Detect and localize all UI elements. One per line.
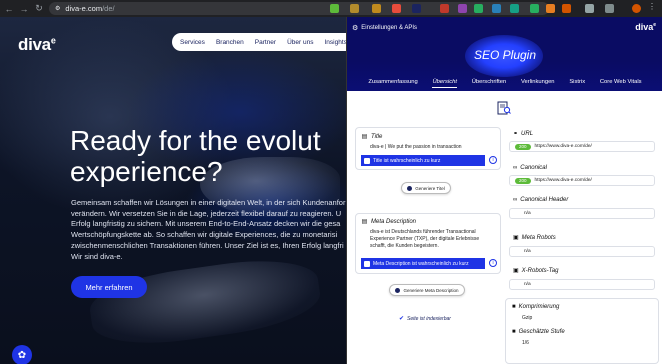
extension-icon[interactable] [530,4,539,13]
title-value: diva-e | We put the passion in transacti… [370,144,462,150]
x-robots-value: n/a [509,279,655,290]
extension-icon[interactable] [412,4,421,13]
indexable-status: ✔ Seite ist indexierbar [399,315,451,323]
plugin-title: SEO Plugin [473,48,537,62]
info-icon[interactable]: i [489,156,497,164]
plugin-brand-logo: divae [635,22,656,32]
meta-description-icon: ▤ [361,219,368,225]
extension-icon[interactable] [474,4,483,13]
extension-icon[interactable] [562,4,571,13]
tab-core-web-vitals[interactable]: Core Web Vitals [600,79,642,88]
url-path: /de/ [102,4,115,13]
forward-icon[interactable]: → [18,3,30,15]
url-host: diva-e.com [65,4,103,13]
extension-icon[interactable] [510,4,519,13]
nav-item-insights[interactable]: Insights [324,39,346,46]
nav-item-partner[interactable]: Partner [255,39,276,46]
speed-icon: ■ [512,329,516,335]
browser-toolbar: ← → ↻ ⚙ diva-e.com/de/ ⋮ [0,0,662,17]
gear-icon: ⚙ [352,25,359,32]
title-warning: Title ist wahrscheinlich zu kurz [361,155,485,166]
extension-icon[interactable] [440,4,449,13]
main-nav: Services Branchen Partner Über uns Insig… [172,33,355,51]
url-label: ⚭ URL [513,130,534,138]
nav-item-services[interactable]: Services [180,39,205,46]
compression-value: Gzip [522,315,533,321]
plugin-header: ⚙ Einstellungen & APIs divae SEO Plugin … [347,17,662,91]
globe-icon: ⚭ [513,131,519,137]
title-card: ▤ Title diva-e | We put the passion in t… [355,127,501,170]
site-logo[interactable]: divae [18,35,56,55]
extension-icon[interactable] [458,4,467,13]
fingerprint-icon[interactable]: ✿ [12,345,32,364]
document-search-icon [497,101,511,115]
link-icon: ∞ [513,165,518,171]
tab-verlinkungen[interactable]: Verlinkungen [521,79,555,88]
check-icon: ✔ [399,316,405,322]
tab-zusammenfassung[interactable]: Zusammenfassung [368,79,417,88]
tab-ueberschriften[interactable]: Überschriften [472,79,506,88]
ai-icon [395,287,401,293]
extension-icon[interactable] [605,4,614,13]
plugin-body: ▤ Title diva-e | We put the passion in t… [347,91,662,364]
extension-icon[interactable] [492,4,501,13]
site-info-icon[interactable]: ⚙ [55,5,60,12]
title-icon: ▤ [361,134,368,140]
x-robots-label: ▣ X-Robots-Tag [513,267,559,275]
extension-icon[interactable] [392,4,401,13]
performance-card: ■ Komprimierung Gzip ■ Geschätzte Stufe 1/… [505,298,659,364]
ai-icon [407,185,413,191]
seo-plugin-panel: ⚙ Einstellungen & APIs divae SEO Plugin … [346,17,662,364]
meta-robots-value: n/a [509,246,655,257]
extension-icon[interactable] [350,4,359,13]
meta-description-card: ▤ Meta Description diva-e ist Deutschlan… [355,213,501,274]
avatar[interactable] [632,4,641,13]
status-badge: 200 [515,143,531,150]
generate-title-button[interactable]: Generiere Titel [401,182,451,194]
extension-icon[interactable] [585,4,594,13]
status-badge: 200 [515,177,531,184]
cta-button[interactable]: Mehr erfahren [71,276,147,298]
speed-value: 1/6 [522,340,529,346]
speed-label: ■ Geschätzte Stufe [512,329,565,335]
canonical-value: 200 https://www.diva-e.com/de/ [509,175,655,186]
nav-item-ueber-uns[interactable]: Über uns [287,39,313,46]
nav-item-branchen[interactable]: Branchen [216,39,244,46]
canonical-header-value: n/a [509,208,655,219]
canonical-header-label: ∞ Canonical Header [513,197,569,203]
info-icon[interactable]: i [489,259,497,267]
extension-icon[interactable] [330,4,339,13]
menu-icon[interactable]: ⋮ [648,2,657,11]
hero-heading: Ready for the evolut experience? [70,125,321,187]
title-label: ▤ Title [361,133,383,141]
background-image [86,251,324,353]
robot-icon: ▣ [513,268,519,274]
url-value: 200 https://www.diva-e.com/de/ [509,141,655,152]
tab-uebersicht[interactable]: Übersicht [432,79,457,88]
meta-description-warning: Meta Description ist wahrscheinlich zu k… [361,258,485,269]
compress-icon: ■ [512,304,516,310]
meta-description-label: ▤ Meta Description [361,218,417,226]
extension-icon[interactable] [372,4,381,13]
warning-icon [364,157,370,164]
canonical-label: ∞ Canonical [513,165,547,171]
tab-sistrix[interactable]: Sistrix [569,79,585,88]
generate-meta-description-button[interactable]: Generiere Meta Description [389,284,465,296]
reload-icon[interactable]: ↻ [33,3,45,15]
meta-robots-label: ▣ Meta Robots [513,234,556,242]
extension-icon[interactable] [546,4,555,13]
back-icon[interactable]: ← [3,3,15,15]
meta-description-value: diva-e ist Deutschlands führender Transa… [370,229,480,249]
robot-icon: ▣ [513,235,519,241]
settings-button[interactable]: ⚙ Einstellungen & APIs [352,24,417,32]
plugin-tabs: Zusammenfassung Übersicht Überschriften … [347,79,662,88]
warning-icon [364,260,370,267]
compression-label: ■ Komprimierung [512,304,560,310]
intro-text: Gemeinsam schaffen wir Lösungen in einer… [71,198,346,261]
link-icon: ∞ [513,197,518,203]
